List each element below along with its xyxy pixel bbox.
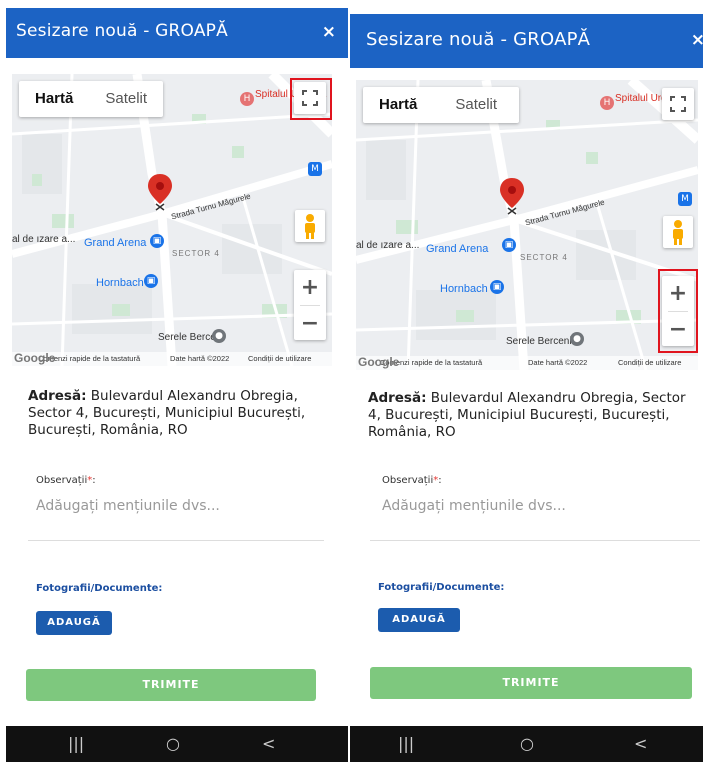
system-nav-bar: ||| ○ < bbox=[6, 726, 348, 762]
zoom-out-button[interactable]: − bbox=[294, 306, 326, 341]
add-button[interactable]: ADAUGĂ bbox=[378, 608, 460, 632]
documents-label: Fotografii/Documente: bbox=[378, 582, 505, 593]
address-label: Adresă: bbox=[368, 390, 427, 406]
pegman-icon bbox=[673, 220, 683, 245]
highlight-zoom bbox=[658, 269, 698, 353]
documents-label: Fotografii/Documente: bbox=[36, 583, 163, 594]
store-icon: ▣ bbox=[144, 274, 158, 288]
fullscreen-button[interactable] bbox=[662, 88, 694, 120]
map-label-grand-arena: Grand Arena bbox=[426, 243, 489, 255]
google-logo: Google bbox=[14, 351, 56, 365]
app-bar: Sesizare nouă - GROAPĂ × bbox=[350, 14, 703, 68]
input-underline bbox=[28, 540, 324, 541]
submit-button[interactable]: TRIMITE bbox=[370, 667, 692, 699]
observations-input[interactable]: Adăugați mențiunile dvs... bbox=[382, 498, 566, 514]
map-data-text: Date hartă ©2022 bbox=[170, 354, 230, 363]
add-button[interactable]: ADAUGĂ bbox=[36, 611, 112, 635]
shopping-icon: ▣ bbox=[502, 238, 516, 252]
map-footer: Comenzi rapide de la tastatură Date hart… bbox=[356, 356, 698, 370]
zoom-in-button[interactable]: + bbox=[294, 270, 326, 305]
input-underline bbox=[370, 540, 700, 541]
location-pin-icon bbox=[148, 174, 172, 211]
recents-icon[interactable]: ||| bbox=[398, 734, 414, 753]
observations-label: Observații*: bbox=[36, 475, 96, 486]
zoom-control: + − bbox=[294, 270, 326, 340]
map-type-satellite[interactable]: Satelit bbox=[89, 81, 163, 117]
screen-right: Sesizare nouă - GROAPĂ × Hartă Satelit H… bbox=[350, 0, 703, 762]
submit-button[interactable]: TRIMITE bbox=[26, 669, 316, 701]
hospital-icon: H bbox=[600, 96, 614, 110]
map-label-grand-arena: Grand Arena bbox=[84, 237, 147, 249]
map-view[interactable]: Hartă Satelit H Spitalul Urgență M + − S… bbox=[12, 74, 332, 366]
map-data-text: Date hartă ©2022 bbox=[528, 358, 588, 367]
close-icon[interactable]: × bbox=[691, 30, 703, 50]
map-label-sector: SECTOR 4 bbox=[520, 253, 568, 262]
map-footer: Comenzi rapide de la tastatură Date hart… bbox=[12, 352, 332, 366]
home-icon[interactable]: ○ bbox=[166, 734, 180, 753]
dialog-title: Sesizare nouă - GROAPĂ bbox=[366, 29, 591, 50]
terms-link[interactable]: Condiții de utilizare bbox=[248, 354, 311, 363]
shopping-icon: ▣ bbox=[150, 234, 164, 248]
app-bar: Sesizare nouă - GROAPĂ × bbox=[6, 8, 348, 58]
map-label-left: al de ızare a... bbox=[356, 240, 420, 251]
map-label-hornbach: Hornbach bbox=[440, 283, 488, 295]
home-icon[interactable]: ○ bbox=[520, 734, 534, 753]
pegman-icon bbox=[305, 214, 315, 239]
observations-label-text: Observații bbox=[382, 475, 434, 486]
address-label: Adresă: bbox=[28, 388, 87, 404]
map-type-control: Hartă Satelit bbox=[19, 81, 164, 117]
map-type-satellite[interactable]: Satelit bbox=[433, 87, 519, 123]
terms-link[interactable]: Condiții de utilizare bbox=[618, 358, 681, 367]
metro-icon: M bbox=[308, 162, 322, 176]
map-label-left: al de ızare a... bbox=[12, 234, 76, 245]
place-icon: ● bbox=[570, 332, 584, 346]
map-label-sector: SECTOR 4 bbox=[172, 249, 220, 258]
system-nav-bar: ||| ○ < bbox=[350, 726, 703, 762]
address-text: Adresă: Bulevardul Alexandru Obregia, Se… bbox=[368, 390, 698, 441]
store-icon: ▣ bbox=[490, 280, 504, 294]
place-icon: ● bbox=[212, 329, 226, 343]
fullscreen-icon bbox=[670, 96, 686, 112]
map-type-map[interactable]: Hartă bbox=[19, 81, 89, 117]
map-type-map[interactable]: Hartă bbox=[363, 87, 433, 123]
pegman-button[interactable] bbox=[663, 216, 693, 248]
observations-label-suffix: : bbox=[438, 475, 442, 486]
observations-label-text: Observații bbox=[36, 475, 88, 486]
google-logo: Google bbox=[358, 355, 400, 369]
address-text: Adresă: Bulevardul Alexandru Obregia, Se… bbox=[28, 388, 328, 439]
observations-input[interactable]: Adăugați mențiunile dvs... bbox=[36, 498, 220, 514]
recents-icon[interactable]: ||| bbox=[68, 734, 84, 753]
pegman-button[interactable] bbox=[295, 210, 325, 242]
screen-left: Sesizare nouă - GROAPĂ × Hartă Satelit H… bbox=[6, 0, 348, 762]
map-type-control: Hartă Satelit bbox=[363, 87, 520, 123]
highlight-fullscreen bbox=[290, 78, 332, 120]
back-icon[interactable]: < bbox=[262, 734, 275, 753]
hospital-icon: H bbox=[240, 92, 254, 106]
close-icon[interactable]: × bbox=[322, 22, 336, 42]
dialog-title: Sesizare nouă - GROAPĂ bbox=[16, 21, 228, 41]
metro-icon: M bbox=[678, 192, 692, 206]
map-view[interactable]: Hartă Satelit H Spitalul Urgență M + − S… bbox=[356, 80, 698, 370]
observations-label-suffix: : bbox=[92, 475, 96, 486]
map-label-hornbach: Hornbach bbox=[96, 277, 144, 289]
observations-label: Observații*: bbox=[382, 475, 442, 486]
location-pin-icon bbox=[500, 178, 524, 215]
map-label-serele: Serele Berceni bbox=[506, 336, 572, 347]
back-icon[interactable]: < bbox=[634, 734, 647, 753]
